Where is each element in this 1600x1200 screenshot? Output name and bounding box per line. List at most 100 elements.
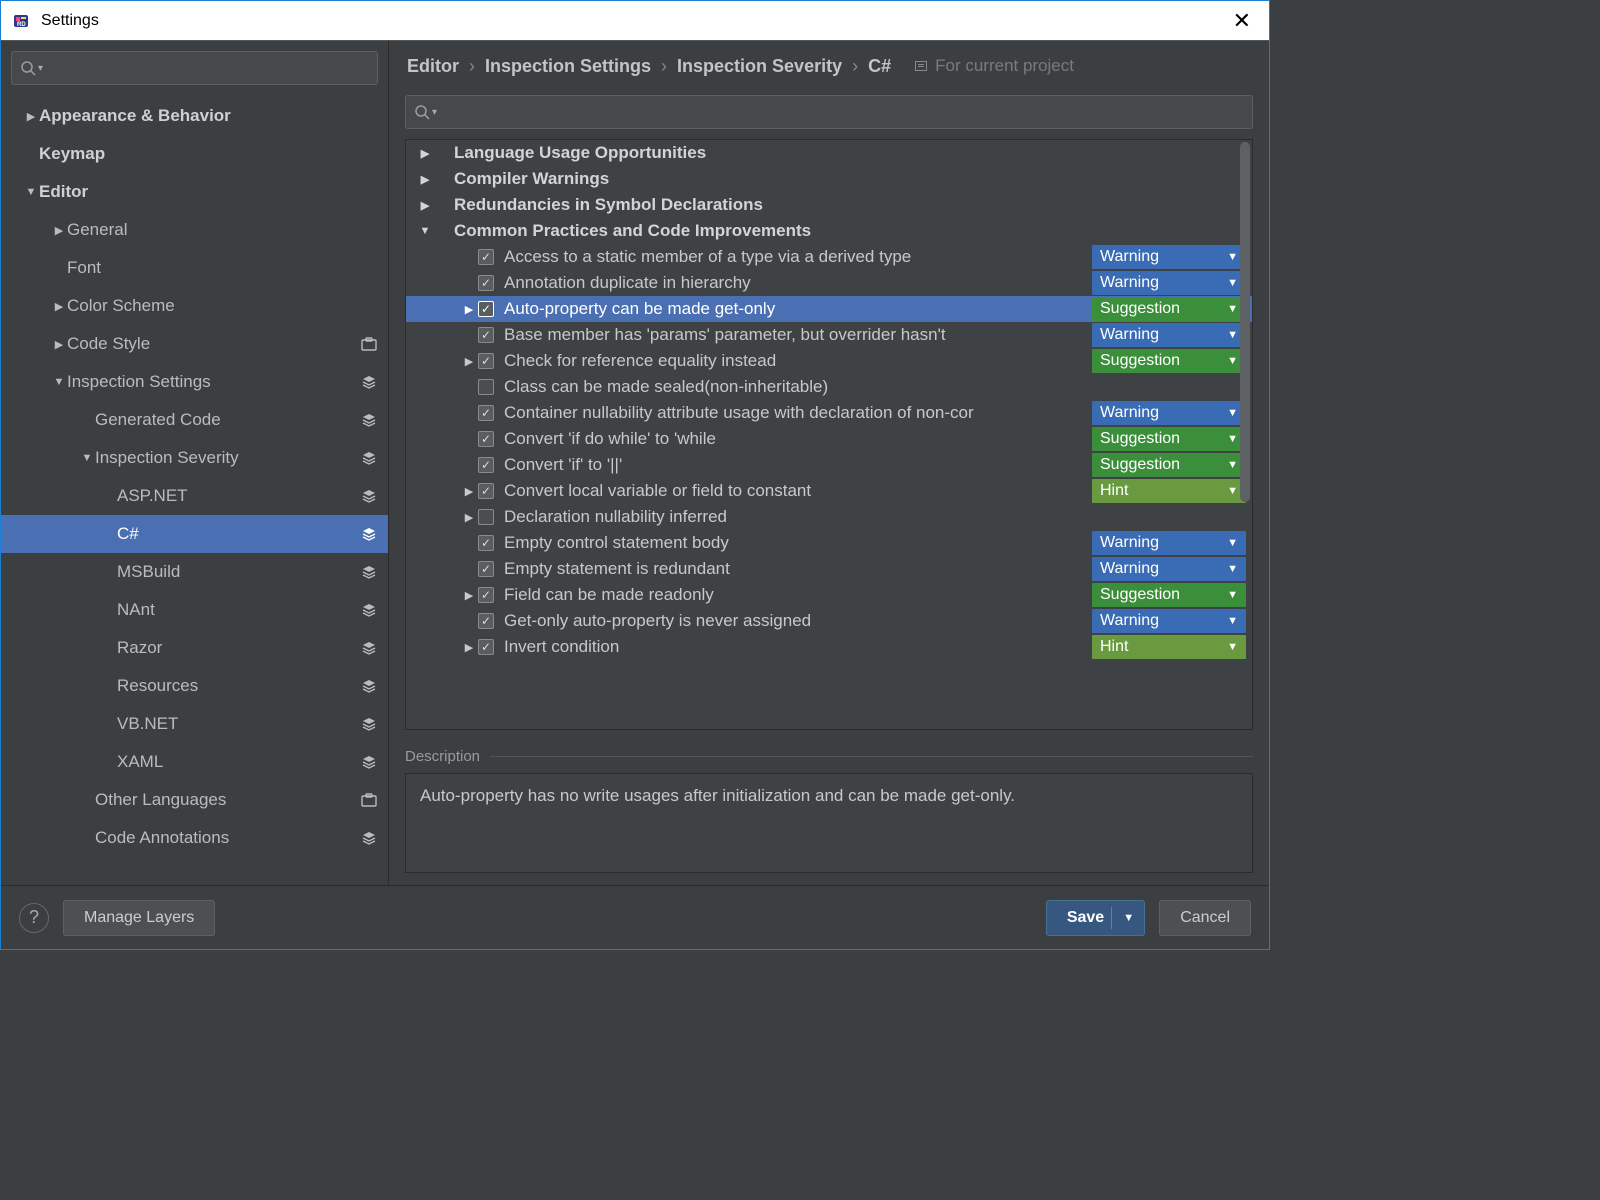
sidebar-item-label: Generated Code bbox=[95, 410, 360, 430]
sidebar-item-label: Resources bbox=[117, 676, 360, 696]
inspection-search-input[interactable]: ▾ bbox=[405, 95, 1253, 129]
inspection-checkbox[interactable] bbox=[478, 327, 494, 343]
severity-dropdown[interactable]: Suggestion▼ bbox=[1092, 349, 1246, 373]
scrollbar-thumb[interactable] bbox=[1240, 142, 1250, 502]
sidebar-item-other-languages[interactable]: Other Languages bbox=[1, 781, 388, 819]
inspection-checkbox[interactable] bbox=[478, 613, 494, 629]
severity-dropdown[interactable]: Warning▼ bbox=[1092, 609, 1246, 633]
breadcrumb-part[interactable]: Inspection Settings bbox=[485, 56, 651, 77]
sidebar-item-inspection-severity[interactable]: ▼Inspection Severity bbox=[1, 439, 388, 477]
sidebar-item-razor[interactable]: Razor bbox=[1, 629, 388, 667]
inspection-checkbox[interactable] bbox=[478, 535, 494, 551]
inspection-category[interactable]: ▶Compiler Warnings bbox=[406, 166, 1252, 192]
category-label: Common Practices and Code Improvements bbox=[434, 221, 1252, 241]
sidebar-search-input[interactable]: ▾ bbox=[11, 51, 378, 85]
help-button[interactable]: ? bbox=[19, 903, 49, 933]
inspection-category[interactable]: ▶Language Usage Opportunities bbox=[406, 140, 1252, 166]
inspection-checkbox[interactable] bbox=[478, 379, 494, 395]
inspection-item[interactable]: Annotation duplicate in hierarchyWarning… bbox=[406, 270, 1252, 296]
inspection-item[interactable]: Base member has 'params' parameter, but … bbox=[406, 322, 1252, 348]
severity-dropdown[interactable]: Hint▼ bbox=[1092, 635, 1246, 659]
search-options-caret-icon[interactable]: ▾ bbox=[38, 63, 43, 74]
inspection-item[interactable]: Access to a static member of a type via … bbox=[406, 244, 1252, 270]
sidebar-item-msbuild[interactable]: MSBuild bbox=[1, 553, 388, 591]
sidebar-item-label: MSBuild bbox=[117, 562, 360, 582]
inspection-checkbox[interactable] bbox=[478, 353, 494, 369]
layers-icon bbox=[360, 677, 378, 695]
inspection-item[interactable]: Convert 'if do while' to 'whileSuggestio… bbox=[406, 426, 1252, 452]
close-button[interactable]: ✕ bbox=[1225, 8, 1259, 34]
manage-layers-button[interactable]: Manage Layers bbox=[63, 900, 215, 936]
inspection-item[interactable]: Container nullability attribute usage wi… bbox=[406, 400, 1252, 426]
inspection-item[interactable]: Empty statement is redundantWarning▼ bbox=[406, 556, 1252, 582]
sidebar-item-editor[interactable]: ▼Editor bbox=[1, 173, 388, 211]
inspection-checkbox[interactable] bbox=[478, 483, 494, 499]
chevron-down-icon: ▼ bbox=[1227, 459, 1238, 471]
severity-dropdown[interactable]: Suggestion▼ bbox=[1092, 583, 1246, 607]
inspection-checkbox[interactable] bbox=[478, 457, 494, 473]
sidebar-item-keymap[interactable]: Keymap bbox=[1, 135, 388, 173]
inspection-checkbox[interactable] bbox=[478, 561, 494, 577]
sidebar-item-appearance-behavior[interactable]: ▶Appearance & Behavior bbox=[1, 97, 388, 135]
breadcrumb-part[interactable]: Inspection Severity bbox=[677, 56, 842, 77]
inspection-item[interactable]: ▶Declaration nullability inferred▼ bbox=[406, 504, 1252, 530]
severity-dropdown[interactable]: Warning▼ bbox=[1092, 531, 1246, 555]
inspection-item[interactable]: Get-only auto-property is never assigned… bbox=[406, 608, 1252, 634]
severity-dropdown[interactable]: Suggestion▼ bbox=[1092, 453, 1246, 477]
settings-tree[interactable]: ▶Appearance & BehaviorKeymap▼Editor▶Gene… bbox=[1, 91, 388, 885]
save-button[interactable]: Save▼ bbox=[1046, 900, 1145, 936]
sidebar-item-c-[interactable]: C# bbox=[1, 515, 388, 553]
inspection-label: Convert 'if do while' to 'while bbox=[504, 429, 1092, 449]
severity-dropdown[interactable]: Hint▼ bbox=[1092, 479, 1246, 503]
inspection-checkbox[interactable] bbox=[478, 431, 494, 447]
inspection-item[interactable]: ▶Field can be made readonlySuggestion▼ bbox=[406, 582, 1252, 608]
expand-icon: ▶ bbox=[51, 338, 67, 351]
sidebar-item-inspection-settings[interactable]: ▼Inspection Settings bbox=[1, 363, 388, 401]
sidebar-item-resources[interactable]: Resources bbox=[1, 667, 388, 705]
sidebar-item-nant[interactable]: NAnt bbox=[1, 591, 388, 629]
severity-dropdown[interactable]: Warning▼ bbox=[1092, 557, 1246, 581]
sidebar-item-code-annotations[interactable]: Code Annotations bbox=[1, 819, 388, 857]
sidebar-item-xaml[interactable]: XAML bbox=[1, 743, 388, 781]
sidebar-item-asp-net[interactable]: ASP.NET bbox=[1, 477, 388, 515]
inspection-item[interactable]: Empty control statement bodyWarning▼ bbox=[406, 530, 1252, 556]
sidebar-item-font[interactable]: Font bbox=[1, 249, 388, 287]
severity-dropdown[interactable]: Warning▼ bbox=[1092, 401, 1246, 425]
inspection-checkbox[interactable] bbox=[478, 405, 494, 421]
inspection-item[interactable]: ▶Check for reference equality insteadSug… bbox=[406, 348, 1252, 374]
save-options-caret-icon[interactable]: ▼ bbox=[1123, 912, 1134, 924]
inspection-item[interactable]: Convert 'if' to '||'Suggestion▼ bbox=[406, 452, 1252, 478]
scrollbar[interactable] bbox=[1240, 142, 1250, 727]
sidebar-item-generated-code[interactable]: Generated Code bbox=[1, 401, 388, 439]
chevron-down-icon: ▼ bbox=[1227, 355, 1238, 367]
inspection-item[interactable]: ▶Auto-property can be made get-onlySugge… bbox=[406, 296, 1252, 322]
inspection-checkbox[interactable] bbox=[478, 639, 494, 655]
breadcrumb-part[interactable]: Editor bbox=[407, 56, 459, 77]
severity-dropdown[interactable]: Warning▼ bbox=[1092, 271, 1246, 295]
cancel-button[interactable]: Cancel bbox=[1159, 900, 1251, 936]
expand-icon: ▶ bbox=[416, 173, 434, 186]
inspection-list[interactable]: ▶Language Usage Opportunities▶Compiler W… bbox=[406, 140, 1252, 729]
severity-dropdown[interactable]: Warning▼ bbox=[1092, 245, 1246, 269]
inspection-checkbox[interactable] bbox=[478, 249, 494, 265]
sidebar-item-general[interactable]: ▶General bbox=[1, 211, 388, 249]
sidebar-item-code-style[interactable]: ▶Code Style bbox=[1, 325, 388, 363]
inspection-item[interactable]: Class can be made sealed(non-inheritable… bbox=[406, 374, 1252, 400]
layers-icon bbox=[360, 753, 378, 771]
sidebar-item-color-scheme[interactable]: ▶Color Scheme bbox=[1, 287, 388, 325]
inspection-checkbox[interactable] bbox=[478, 301, 494, 317]
breadcrumb-part[interactable]: C# bbox=[868, 56, 891, 77]
severity-dropdown[interactable]: Suggestion▼ bbox=[1092, 297, 1246, 321]
search-options-caret-icon[interactable]: ▾ bbox=[432, 107, 437, 118]
inspection-checkbox[interactable] bbox=[478, 275, 494, 291]
inspection-item[interactable]: ▶Invert conditionHint▼ bbox=[406, 634, 1252, 660]
inspection-checkbox[interactable] bbox=[478, 509, 494, 525]
sidebar-item-vb-net[interactable]: VB.NET bbox=[1, 705, 388, 743]
search-icon bbox=[414, 104, 430, 120]
severity-dropdown[interactable]: Suggestion▼ bbox=[1092, 427, 1246, 451]
inspection-category[interactable]: ▶Redundancies in Symbol Declarations bbox=[406, 192, 1252, 218]
inspection-checkbox[interactable] bbox=[478, 587, 494, 603]
severity-dropdown[interactable]: Warning▼ bbox=[1092, 323, 1246, 347]
inspection-category[interactable]: ▼Common Practices and Code Improvements bbox=[406, 218, 1252, 244]
inspection-item[interactable]: ▶Convert local variable or field to cons… bbox=[406, 478, 1252, 504]
